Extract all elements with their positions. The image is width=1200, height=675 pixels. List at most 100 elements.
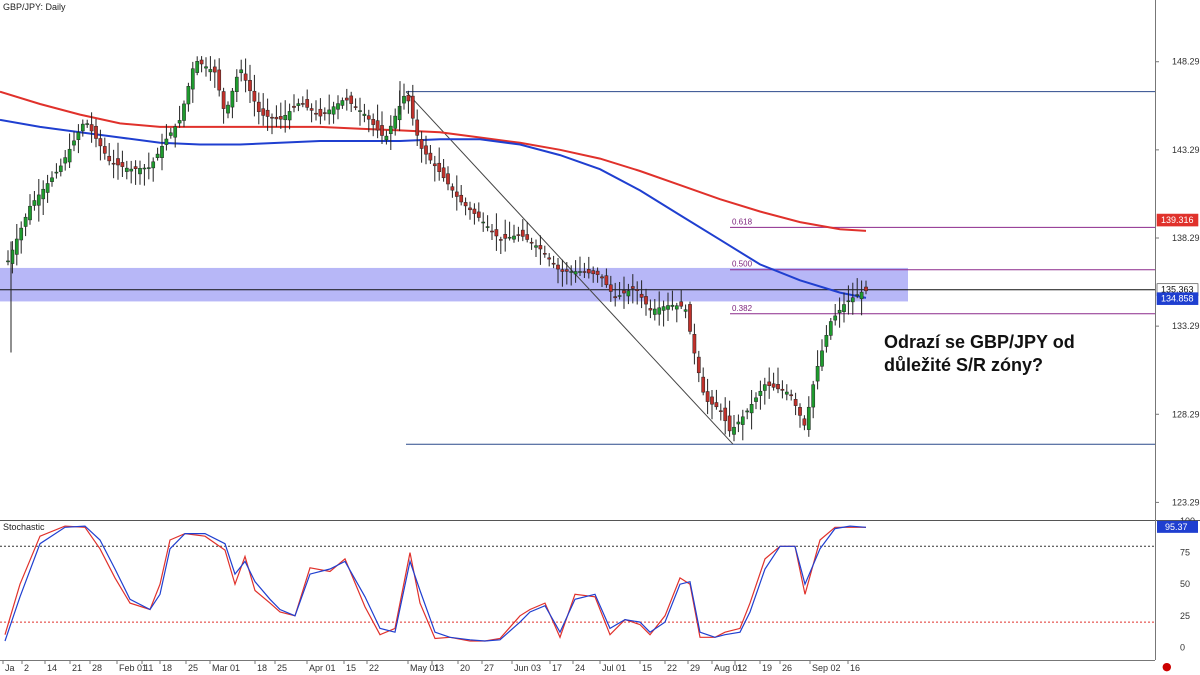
candle-body	[450, 186, 455, 191]
candle-body	[107, 155, 112, 162]
candle-body	[406, 95, 411, 102]
candle-body	[595, 270, 600, 275]
candle-body	[498, 239, 503, 241]
candle-body	[155, 153, 160, 158]
candle-body	[58, 165, 63, 172]
candle-body	[265, 109, 270, 117]
stoch-value-badge-label: 95.37	[1165, 522, 1188, 532]
x-tick-label: 21	[72, 663, 82, 673]
candle-body	[626, 290, 631, 297]
candle-body	[556, 264, 560, 270]
candle-body	[314, 112, 318, 115]
x-tick-label: 25	[188, 663, 198, 673]
main-pane[interactable]	[0, 0, 1155, 520]
x-tick-label: Feb 01	[119, 663, 147, 673]
candle-body	[375, 120, 380, 131]
candle-body	[639, 293, 644, 298]
candle-body	[54, 171, 59, 174]
stoch-y-tick-label: 50	[1180, 579, 1190, 589]
candle-body	[415, 119, 420, 136]
candle-body	[384, 135, 389, 141]
candle-body	[388, 125, 393, 134]
candle-body	[485, 226, 490, 228]
candle-body	[472, 208, 477, 214]
candle-body	[239, 69, 244, 74]
candle-body	[714, 402, 719, 408]
candle-body	[784, 391, 789, 395]
candle-body	[547, 257, 552, 260]
candle-body	[635, 289, 640, 291]
candle-body	[745, 410, 750, 413]
candle-body	[419, 139, 424, 149]
candle-body	[204, 66, 208, 69]
candle-body	[538, 245, 543, 250]
candle-body	[151, 161, 156, 169]
candle-body	[221, 91, 226, 109]
candle-body	[652, 308, 657, 315]
candle-body	[146, 167, 151, 169]
candle-body	[252, 90, 257, 102]
candle-body	[190, 68, 195, 90]
x-tick-label: Ja	[5, 663, 15, 673]
candle-body	[274, 116, 279, 120]
x-tick-label: 15	[642, 663, 652, 673]
x-tick-label: 15	[346, 663, 356, 673]
candle-body	[727, 415, 732, 432]
candle-body	[67, 148, 72, 163]
candle-body	[322, 112, 327, 114]
candle-body	[710, 396, 714, 405]
candle-body	[815, 366, 820, 382]
candle-body	[230, 90, 235, 108]
candle-body	[560, 269, 565, 272]
candle-body	[256, 101, 261, 112]
candle-body	[212, 66, 217, 73]
candle-body	[32, 200, 37, 206]
stoch-pane[interactable]	[0, 521, 1155, 660]
x-tick-label: 25	[277, 663, 287, 673]
candle-body	[331, 106, 336, 115]
y-tick-label: 138.298	[1172, 233, 1200, 243]
x-tick-label: 19	[762, 663, 772, 673]
candle-body	[98, 138, 103, 147]
candle-body	[344, 97, 349, 101]
candle-body	[780, 388, 785, 391]
candle-body	[476, 211, 481, 218]
x-tick-label: 26	[782, 663, 792, 673]
x-tick-label: Apr 01	[309, 663, 336, 673]
x-tick-label: 14	[47, 663, 57, 673]
candle-body	[586, 269, 591, 274]
candle-body	[701, 376, 706, 393]
candle-body	[798, 407, 802, 416]
candle-body	[270, 116, 274, 119]
x-tick-label: 18	[257, 663, 267, 673]
candle-body	[833, 315, 838, 321]
candle-body	[692, 334, 697, 354]
candle-body	[138, 168, 142, 175]
x-tick-label: 20	[460, 663, 470, 673]
candle-body	[36, 194, 41, 206]
candle-body	[736, 421, 741, 425]
candle-body	[45, 183, 50, 193]
candle-body	[613, 296, 618, 299]
candle-body	[846, 300, 851, 303]
candle-body	[705, 391, 710, 402]
candle-body	[305, 99, 310, 108]
x-tick-label: 13	[434, 663, 444, 673]
candle-body	[72, 140, 76, 146]
candle-body	[600, 276, 604, 279]
x-tick-label: 29	[690, 663, 700, 673]
sr-zone	[0, 267, 908, 302]
candle-body	[424, 145, 428, 155]
x-tick-label: 11	[144, 663, 153, 673]
candle-body	[182, 103, 186, 121]
candle-body	[160, 146, 164, 158]
candle-body	[582, 271, 587, 273]
candle-body	[177, 120, 182, 124]
x-tick-label: Jun 03	[514, 663, 541, 673]
candle-body	[855, 294, 860, 296]
candle-body	[248, 80, 252, 92]
candle-body	[850, 297, 855, 303]
candle-body	[217, 69, 222, 91]
candle-body	[630, 286, 635, 289]
candle-body	[529, 241, 534, 244]
